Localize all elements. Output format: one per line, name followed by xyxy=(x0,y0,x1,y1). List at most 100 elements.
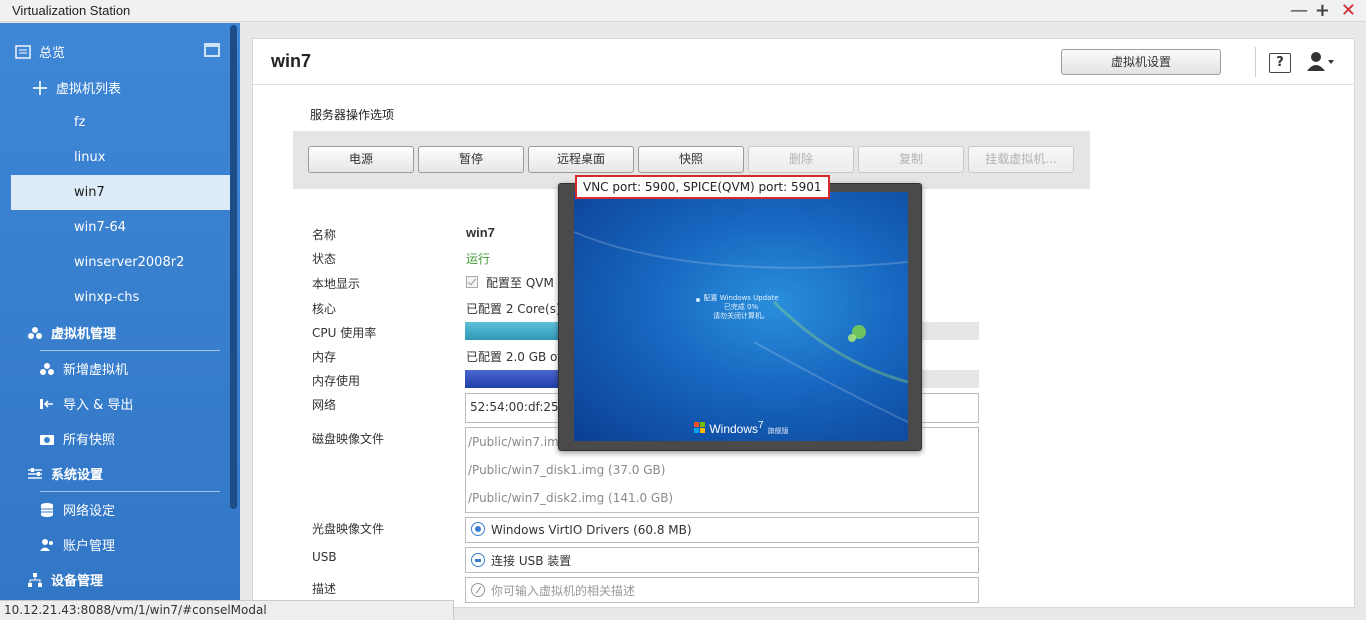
help-button[interactable]: ? xyxy=(1269,53,1291,73)
mount-vm-button[interactable]: 挂载虚拟机... xyxy=(968,146,1074,173)
database-icon xyxy=(39,502,55,518)
description-placeholder: 你可输入虚拟机的相关描述 xyxy=(491,584,636,598)
sidebar-label: 所有快照 xyxy=(63,433,116,448)
power-button[interactable]: 电源 xyxy=(308,146,414,173)
page-title: win7 xyxy=(271,51,312,71)
sidebar-label: 设备管理 xyxy=(51,574,104,589)
layout-toggle-icon[interactable] xyxy=(204,43,220,57)
header-divider xyxy=(1255,47,1256,77)
sidebar-label: winxp-chs xyxy=(74,290,140,305)
vm-grid-icon xyxy=(50,220,66,236)
sidebar-item-vm-linux[interactable]: linux xyxy=(11,140,230,175)
description-label: 描述 xyxy=(312,582,337,596)
memory-usage-label: 内存使用 xyxy=(312,374,361,388)
disk-image-item[interactable]: /Public/win7_disk2.img (141.0 GB) xyxy=(468,491,673,505)
minimize-button[interactable]: — xyxy=(1290,2,1308,20)
name-label: 名称 xyxy=(312,228,337,242)
vnc-port-tooltip: VNC port: 5900, SPICE(QVM) port: 5901 xyxy=(575,175,830,199)
sidebar-label: 系统设置 xyxy=(51,468,104,483)
usb-label: USB xyxy=(312,550,337,564)
status-label: 状态 xyxy=(312,252,337,266)
sidebar-item-system-settings[interactable]: 系统设置 xyxy=(11,456,230,491)
update-line-3: 请勿关闭计算机。 xyxy=(713,312,769,320)
vm-grid-icon xyxy=(50,255,66,271)
sidebar-label: 虚拟机列表 xyxy=(56,82,122,97)
user-menu-button[interactable] xyxy=(1306,51,1336,73)
close-button[interactable]: ✕ xyxy=(1341,2,1356,20)
vm-grid-icon xyxy=(50,115,66,131)
sidebar-label: 新增虚拟机 xyxy=(63,363,129,378)
sidebar-label: win7 xyxy=(74,185,105,200)
sidebar-item-vm-winxp-chs[interactable]: winxp-chs xyxy=(11,280,230,315)
memory-usage-fill xyxy=(465,370,558,388)
camera-icon xyxy=(39,431,55,447)
vm-grid-icon xyxy=(50,290,66,306)
sidebar-item-add-vm[interactable]: 新增虚拟机 xyxy=(11,351,230,386)
sidebar-item-all-snapshots[interactable]: 所有快照 xyxy=(11,421,230,456)
vnc-preview-window[interactable]: 配置 Windows Update 已完成 0% 请勿关闭计算机。 Window… xyxy=(558,183,922,451)
network-label: 网络 xyxy=(312,398,337,412)
sidebar-label: 虚拟机管理 xyxy=(51,327,117,342)
maximize-button[interactable]: + xyxy=(1315,2,1330,20)
description-input[interactable]: 你可输入虚拟机的相关描述 xyxy=(465,577,979,603)
pencil-icon xyxy=(471,583,485,597)
sidebar-item-vm-list[interactable]: 虚拟机列表 xyxy=(32,70,251,105)
disk-image-item[interactable]: /Public/win7_disk1.img (37.0 GB) xyxy=(468,463,665,477)
vm-grid-icon xyxy=(50,150,66,166)
vm-grid-icon xyxy=(50,185,66,201)
add-vm-icon xyxy=(39,361,55,377)
update-line-2: 已完成 0% xyxy=(723,303,759,311)
windows-edition: 旗舰版 xyxy=(767,428,789,435)
sidebar-item-account-management[interactable]: 账户管理 xyxy=(11,527,230,562)
cores-value: 已配置 2 Core(s) xyxy=(466,302,561,316)
windows-logo-text: Windows xyxy=(709,422,759,436)
usb-field[interactable]: 连接 USB 装置 xyxy=(465,547,979,573)
cd-image-label: 光盘映像文件 xyxy=(312,522,385,536)
overview-icon xyxy=(15,44,31,60)
cpu-usage-fill xyxy=(465,322,558,340)
plus-icon xyxy=(32,80,48,96)
pause-button[interactable]: 暂停 xyxy=(418,146,524,173)
disc-icon xyxy=(471,522,485,536)
windows-flag-icon xyxy=(694,422,705,433)
sidebar-item-vm-management[interactable]: 虚拟机管理 xyxy=(11,315,230,350)
sidebar-label: 总览 xyxy=(39,46,66,61)
windows-update-message: 配置 Windows Update 已完成 0% 请勿关闭计算机。 xyxy=(574,294,908,321)
disk-image-label: 磁盘映像文件 xyxy=(312,432,385,446)
sidebar-label: 账户管理 xyxy=(63,539,116,554)
sidebar-item-import-export[interactable]: 导入 & 导出 xyxy=(11,386,230,421)
delete-button[interactable]: 删除 xyxy=(748,146,854,173)
window-title: Virtualization Station xyxy=(12,3,131,18)
windows-logo-version: 7 xyxy=(758,420,764,431)
status-url: 10.12.21.43:8088/vm/1/win7/#conselModal xyxy=(0,600,454,620)
sidebar-item-vm-winserver2008r2[interactable]: winserver2008r2 xyxy=(11,245,230,280)
sidebar-item-overview[interactable]: 总览 xyxy=(15,34,234,69)
network-value: 52:54:00:df:25 xyxy=(470,400,559,414)
cores-label: 核心 xyxy=(312,302,337,316)
sidebar-item-device-management[interactable]: 设备管理 xyxy=(11,562,230,597)
cpu-usage-label: CPU 使用率 xyxy=(312,326,377,340)
usb-icon xyxy=(471,553,485,567)
sidebar-item-vm-win7[interactable]: win7 xyxy=(11,175,230,210)
local-display-value: 配置至 QVM xyxy=(466,274,554,291)
server-ops-title: 服务器操作选项 xyxy=(310,108,395,122)
name-value: win7 xyxy=(466,225,495,240)
memory-label: 内存 xyxy=(312,350,337,364)
sidebar-label: win7-64 xyxy=(74,220,126,235)
title-bar: Virtualization Station — + ✕ xyxy=(0,0,1366,22)
sidebar-item-network-settings[interactable]: 网络设定 xyxy=(11,492,230,527)
copy-button[interactable]: 复制 xyxy=(858,146,964,173)
remote-desktop-button[interactable]: 远程桌面 xyxy=(528,146,634,173)
status-value: 运行 xyxy=(466,252,491,266)
local-display-checkbox[interactable] xyxy=(466,276,478,288)
disk-image-item[interactable]: /Public/win7.img xyxy=(468,435,566,449)
sidebar-item-vm-fz[interactable]: fz xyxy=(11,105,230,140)
snapshot-button[interactable]: 快照 xyxy=(638,146,744,173)
sidebar-label: 导入 & 导出 xyxy=(63,398,134,413)
sidebar-item-vm-win7-64[interactable]: win7-64 xyxy=(11,210,230,245)
vnc-preview-screen[interactable]: 配置 Windows Update 已完成 0% 请勿关闭计算机。 Window… xyxy=(574,192,908,441)
cluster-icon xyxy=(27,325,43,341)
local-display-text: 配置至 QVM xyxy=(486,276,554,290)
cd-image-field[interactable]: Windows VirtIO Drivers (60.8 MB) xyxy=(465,517,979,543)
vm-settings-button[interactable]: 虚拟机设置 xyxy=(1061,49,1221,75)
